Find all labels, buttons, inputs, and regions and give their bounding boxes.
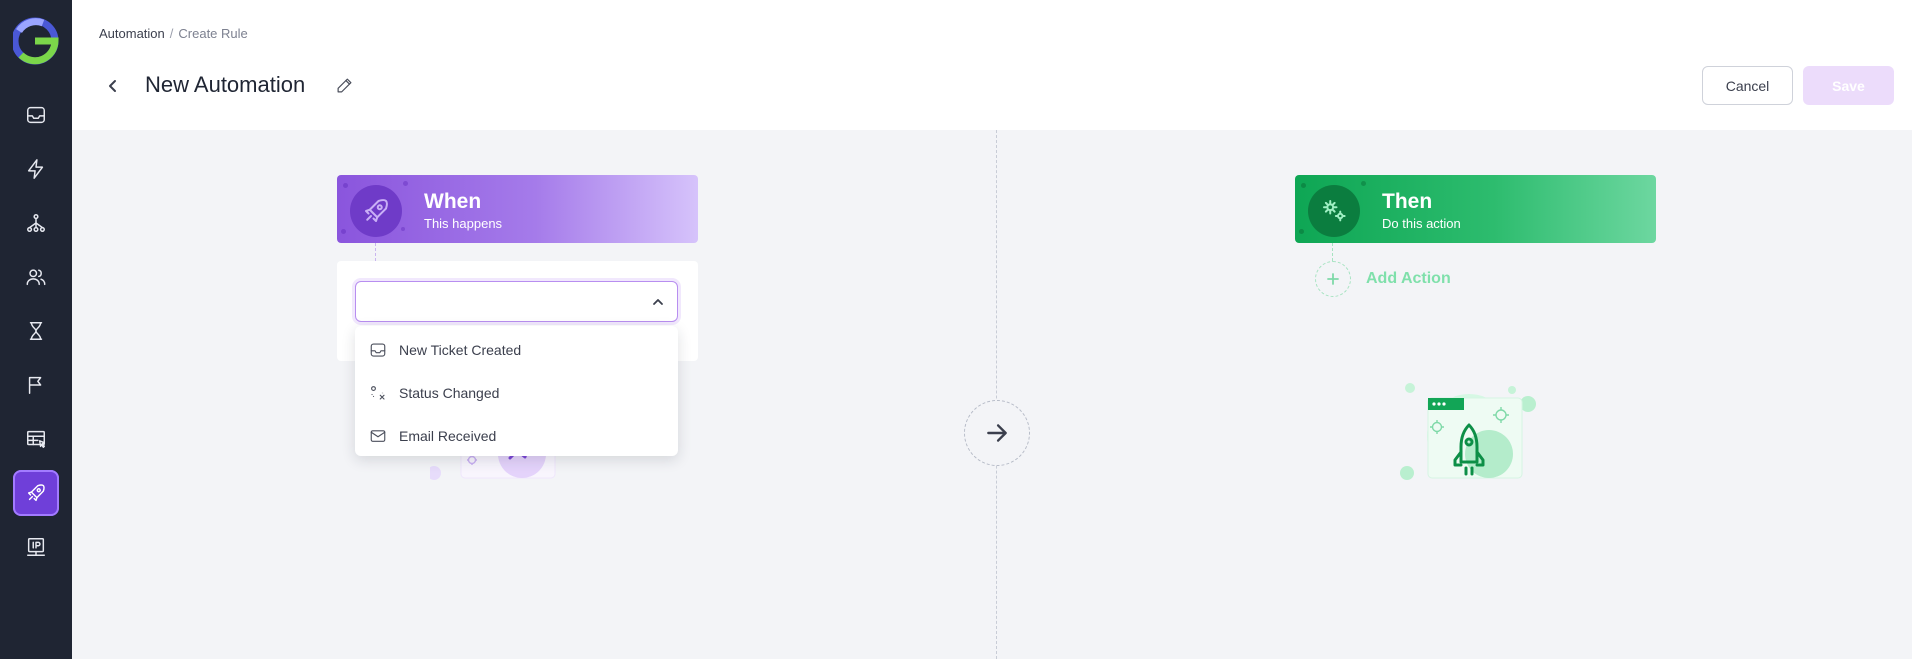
- table-select-icon: [27, 430, 45, 448]
- automation-canvas: When This happens New Ticket Created Sta…: [72, 130, 1912, 659]
- arrow-right-icon: [987, 424, 1007, 442]
- status-change-icon: [371, 385, 385, 400]
- pencil-icon: [337, 78, 351, 92]
- add-action-circle[interactable]: [1315, 261, 1351, 297]
- trigger-option-new-ticket[interactable]: New Ticket Created: [355, 328, 678, 371]
- then-illustration: [1397, 370, 1547, 485]
- trigger-option-status-changed[interactable]: Status Changed: [355, 371, 678, 414]
- plus-icon: [1327, 273, 1339, 285]
- cancel-button[interactable]: Cancel: [1702, 66, 1793, 105]
- back-button[interactable]: [102, 73, 124, 99]
- when-connector: [375, 243, 376, 261]
- users-icon: [26, 269, 46, 286]
- sidebar-item-lightning[interactable]: [13, 146, 59, 192]
- sidebar-item-hourglass[interactable]: [13, 308, 59, 354]
- add-action-label[interactable]: Add Action: [1366, 270, 1451, 288]
- save-button[interactable]: Save: [1803, 66, 1894, 105]
- then-subtitle: Do this action: [1382, 216, 1461, 231]
- then-block-header: Then Do this action: [1295, 175, 1656, 243]
- sidebar-item-automation[interactable]: [13, 470, 59, 516]
- sidebar: [0, 0, 72, 659]
- then-title: Then: [1382, 190, 1433, 213]
- gears-icon: [1323, 200, 1346, 222]
- trigger-dropdown: New Ticket Created Status Changed Email …: [355, 326, 678, 456]
- breadcrumb-root[interactable]: Automation: [99, 26, 165, 41]
- trigger-option-label: Email Received: [399, 427, 497, 444]
- trigger-option-label: Status Changed: [399, 384, 500, 401]
- when-icon-badge: [350, 185, 402, 237]
- canvas-divider: [996, 130, 997, 659]
- inbox-icon: [370, 342, 386, 357]
- rocket-icon: [365, 199, 388, 222]
- then-icon-badge: [1308, 185, 1360, 237]
- ip-monitor-icon: [27, 538, 45, 556]
- edit-title-button[interactable]: [332, 73, 356, 97]
- page-title: New Automation: [145, 72, 306, 97]
- hierarchy-icon: [27, 214, 45, 232]
- breadcrumb-current: Create Rule: [178, 26, 248, 41]
- add-action-button[interactable]: Add Action: [1315, 261, 1451, 297]
- when-block-header: When This happens: [337, 175, 698, 243]
- flow-arrow: [964, 400, 1030, 466]
- lightning-icon: [27, 159, 44, 179]
- rocket-icon: [27, 484, 45, 502]
- envelope-icon: [370, 429, 386, 442]
- page-header: Automation / Create Rule New Automation Ca…: [72, 0, 1912, 130]
- trigger-select[interactable]: [355, 281, 678, 322]
- inbox-icon: [27, 106, 45, 124]
- sidebar-item-table-select[interactable]: [13, 416, 59, 462]
- sidebar-item-users[interactable]: [13, 254, 59, 300]
- when-title: When: [424, 190, 482, 213]
- flag-icon: [28, 376, 42, 394]
- sidebar-item-ip-monitor[interactable]: [13, 524, 59, 570]
- sidebar-item-inbox[interactable]: [13, 92, 59, 138]
- brand-logo-icon[interactable]: [11, 17, 59, 65]
- chevron-left-icon: [109, 80, 116, 92]
- sidebar-item-flag[interactable]: [13, 362, 59, 408]
- trigger-option-email-received[interactable]: Email Received: [355, 414, 678, 457]
- chevron-up-icon: [653, 299, 663, 305]
- breadcrumb: Automation / Create Rule: [99, 26, 248, 41]
- when-subtitle: This happens: [424, 216, 503, 231]
- trigger-option-label: New Ticket Created: [399, 341, 522, 358]
- breadcrumb-separator: /: [169, 26, 174, 41]
- sidebar-item-hierarchy[interactable]: [13, 200, 59, 246]
- then-connector: [1332, 243, 1333, 261]
- hourglass-icon: [29, 322, 43, 340]
